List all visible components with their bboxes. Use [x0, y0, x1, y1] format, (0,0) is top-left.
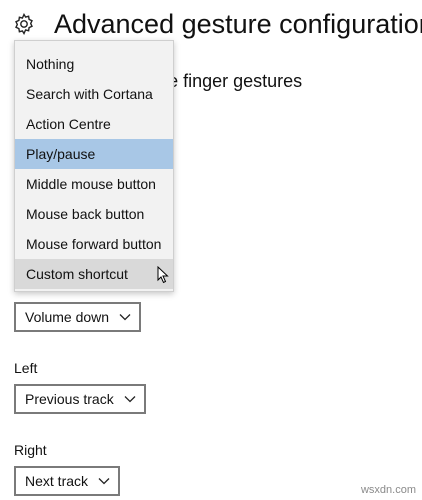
down-gesture-select[interactable]: Volume down [14, 302, 142, 332]
left-label: Left [14, 360, 38, 376]
page-title: Advanced gesture configuration [54, 9, 422, 39]
chevron-down-icon [98, 478, 110, 485]
menu-item-label: Custom shortcut [26, 266, 128, 282]
right-gesture-select[interactable]: Next track [14, 466, 121, 496]
menu-item-play-pause[interactable]: Play/pause [15, 139, 173, 169]
chevron-down-icon [124, 396, 136, 403]
mouse-cursor-icon [157, 266, 169, 284]
select-value: Volume down [25, 309, 110, 325]
right-label: Right [14, 442, 47, 458]
menu-item-mouse-back-button[interactable]: Mouse back button [15, 199, 173, 229]
left-gesture-select[interactable]: Previous track [14, 384, 146, 414]
menu-item-action-centre[interactable]: Action Centre [15, 109, 173, 139]
select-value: Previous track [25, 391, 114, 407]
menu-item-search-with-cortana[interactable]: Search with Cortana [15, 79, 173, 109]
menu-item-middle-mouse-button[interactable]: Middle mouse button [15, 169, 173, 199]
gear-icon [15, 13, 33, 35]
menu-item-custom-shortcut[interactable]: Custom shortcut [15, 259, 173, 289]
menu-item-nothing[interactable]: Nothing [15, 49, 173, 79]
watermark: wsxdn.com [360, 484, 416, 496]
menu-item-mouse-forward-button[interactable]: Mouse forward button [15, 229, 173, 259]
gesture-action-dropdown[interactable]: Nothing Search with Cortana Action Centr… [14, 40, 174, 292]
chevron-down-icon [119, 314, 131, 321]
select-value: Next track [25, 473, 89, 489]
